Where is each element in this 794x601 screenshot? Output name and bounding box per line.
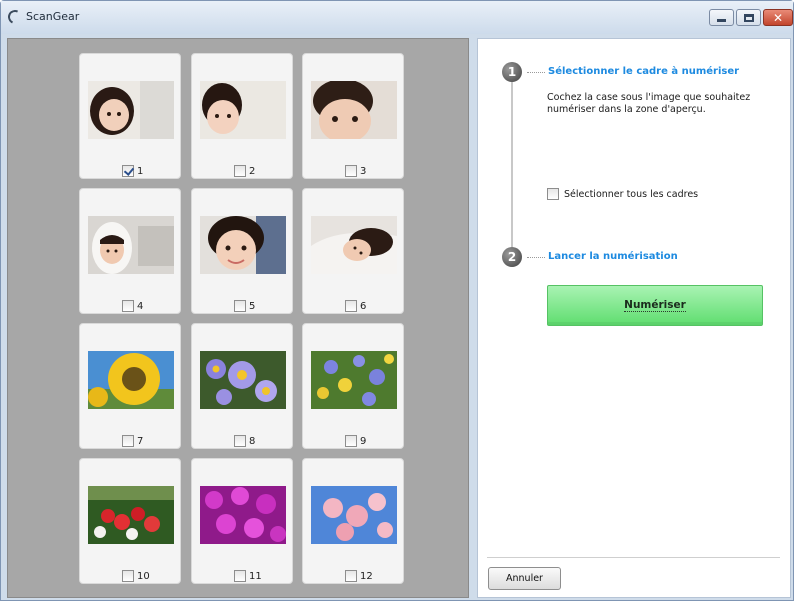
divider	[487, 557, 780, 558]
frame-checkbox[interactable]	[122, 300, 134, 312]
frame-6[interactable]: 6	[302, 188, 404, 314]
photo-thumbnail	[200, 216, 286, 274]
frame-checkbox[interactable]	[234, 570, 246, 582]
step-1-badge-icon: 1	[502, 62, 522, 82]
step-connector-line	[511, 72, 513, 247]
frame-7[interactable]: 7	[79, 323, 181, 449]
photo-thumbnail	[88, 216, 174, 274]
frame-number: 10	[137, 570, 150, 582]
photo-thumbnail	[88, 351, 174, 409]
frame-number: 1	[137, 165, 144, 177]
photo-thumbnail	[200, 486, 286, 544]
photo-thumbnail	[311, 351, 397, 409]
frame-8[interactable]: 8	[191, 323, 293, 449]
photo-thumbnail	[311, 216, 397, 274]
frame-11[interactable]: 11	[191, 458, 293, 584]
frame-1[interactable]: 1	[79, 53, 181, 179]
window-title: ScanGear	[26, 10, 80, 23]
photo-thumbnail	[200, 81, 286, 139]
frame-4[interactable]: 4	[79, 188, 181, 314]
frame-checkbox-row: 8	[234, 435, 255, 447]
frame-checkbox-row: 10	[122, 570, 150, 582]
frame-checkbox-row: 4	[122, 300, 143, 312]
frame-5[interactable]: 5	[191, 188, 293, 314]
frame-checkbox[interactable]	[345, 300, 357, 312]
frame-number: 3	[360, 165, 367, 177]
frame-number: 4	[137, 300, 144, 312]
maximize-icon	[743, 13, 754, 22]
frame-checkbox[interactable]	[122, 165, 134, 177]
close-icon: ✕	[772, 10, 784, 25]
frame-checkbox[interactable]	[234, 435, 246, 447]
step-1-description: Cochez la case sous l'image que souhaite…	[547, 92, 751, 115]
frame-checkbox-row: 3	[345, 165, 366, 177]
scangear-window: ScanGear ✕ 1 2 3 4 5 6 7 8 9 10 11 12 1 …	[0, 0, 794, 601]
title-bar[interactable]: ScanGear ✕	[1, 1, 793, 34]
frame-checkbox-row: 6	[345, 300, 366, 312]
frame-number: 5	[249, 300, 256, 312]
select-all-label: Sélectionner tous les cadres	[564, 188, 699, 200]
frame-checkbox-row: 12	[345, 570, 373, 582]
frame-number: 9	[360, 435, 367, 447]
step-2-title: Lancer la numérisation	[548, 251, 678, 262]
photo-thumbnail	[88, 486, 174, 544]
photo-thumbnail	[311, 81, 397, 139]
frame-checkbox[interactable]	[234, 165, 246, 177]
frame-checkbox[interactable]	[345, 435, 357, 447]
frame-checkbox[interactable]	[122, 435, 134, 447]
select-all-checkbox[interactable]	[547, 188, 559, 200]
instructions-panel: 1 Sélectionner le cadre à numériser Coch…	[477, 38, 791, 598]
scan-button[interactable]: Numériser	[547, 285, 763, 326]
step-2-badge-icon: 2	[502, 247, 522, 267]
minimize-icon	[717, 19, 726, 22]
frame-checkbox[interactable]	[345, 570, 357, 582]
frame-2[interactable]: 2	[191, 53, 293, 179]
frame-10[interactable]: 10	[79, 458, 181, 584]
frame-checkbox[interactable]	[234, 300, 246, 312]
close-button[interactable]: ✕	[763, 9, 793, 26]
scan-button-label: Numériser	[624, 299, 686, 312]
frame-checkbox-row: 9	[345, 435, 366, 447]
frame-number: 11	[249, 570, 262, 582]
cancel-button[interactable]: Annuler	[488, 567, 561, 590]
frame-number: 7	[137, 435, 144, 447]
frame-checkbox-row: 11	[234, 570, 262, 582]
frame-number: 12	[360, 570, 373, 582]
step-1-title: Sélectionner le cadre à numériser	[548, 66, 740, 77]
step-1-leader	[527, 72, 545, 73]
frame-number: 8	[249, 435, 256, 447]
frame-checkbox[interactable]	[345, 165, 357, 177]
photo-thumbnail	[88, 81, 174, 139]
minimize-button[interactable]	[709, 9, 734, 26]
frame-number: 6	[360, 300, 367, 312]
preview-area: 1 2 3 4 5 6 7 8 9 10 11 12	[7, 38, 469, 598]
frame-3[interactable]: 3	[302, 53, 404, 179]
frame-12[interactable]: 12	[302, 458, 404, 584]
photo-thumbnail	[200, 351, 286, 409]
step-2-leader	[527, 257, 545, 258]
frame-number: 2	[249, 165, 256, 177]
frame-checkbox-row: 1	[122, 165, 143, 177]
frame-checkbox-row: 7	[122, 435, 143, 447]
frame-9[interactable]: 9	[302, 323, 404, 449]
frame-checkbox-row: 2	[234, 165, 255, 177]
select-all-row[interactable]: Sélectionner tous les cadres	[547, 188, 698, 200]
maximize-button[interactable]	[736, 9, 761, 26]
scangear-app-icon	[6, 8, 24, 26]
photo-thumbnail	[311, 486, 397, 544]
frame-checkbox-row: 5	[234, 300, 255, 312]
frame-checkbox[interactable]	[122, 570, 134, 582]
